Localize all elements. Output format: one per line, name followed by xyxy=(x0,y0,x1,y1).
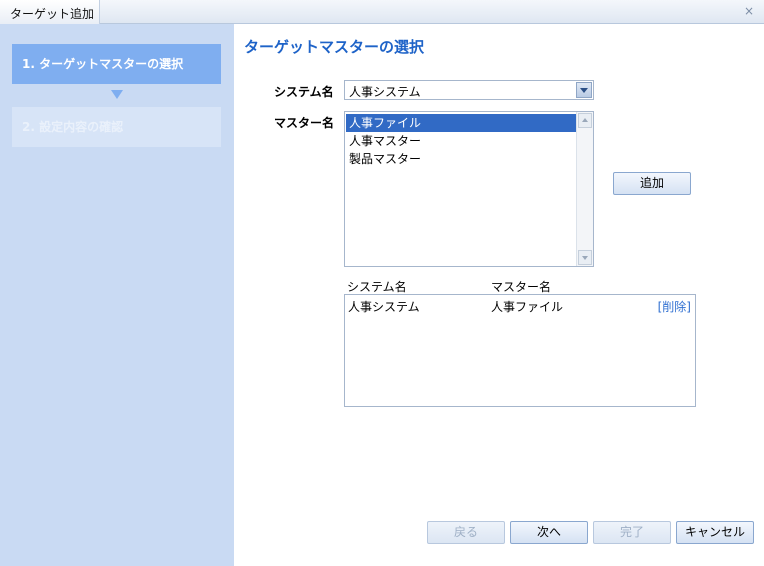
back-button[interactable]: 戻る xyxy=(427,521,505,544)
wizard-sidebar: 1. ターゲットマスターの選択 2. 設定内容の確認 xyxy=(0,24,234,566)
master-option[interactable]: 製品マスター xyxy=(346,150,576,168)
grid-cell-master: 人事ファイル xyxy=(491,300,564,314)
master-option[interactable]: 人事マスター xyxy=(346,132,576,150)
scroll-up-icon[interactable] xyxy=(578,113,592,128)
system-select[interactable]: 人事システム xyxy=(344,80,594,100)
cancel-button[interactable]: キャンセル xyxy=(676,521,754,544)
wizard-step-2: 2. 設定内容の確認 xyxy=(12,107,221,147)
chevron-down-icon[interactable] xyxy=(576,82,592,98)
target-grid: 人事システム 人事ファイル [削除] xyxy=(344,294,696,407)
listbox-scrollbar[interactable] xyxy=(576,112,593,266)
master-listbox[interactable]: 人事ファイル 人事マスター 製品マスター xyxy=(344,111,594,267)
finish-button[interactable]: 完了 xyxy=(593,521,671,544)
page-title: ターゲットマスターの選択 xyxy=(244,38,425,56)
close-icon[interactable]: × xyxy=(742,4,756,18)
grid-header-master: マスター名 xyxy=(491,280,552,294)
next-button[interactable]: 次へ xyxy=(510,521,588,544)
step-arrow-icon xyxy=(111,90,123,99)
master-label: マスター名 xyxy=(274,116,335,130)
scroll-down-icon[interactable] xyxy=(578,250,592,265)
wizard-step-1: 1. ターゲットマスターの選択 xyxy=(12,44,221,84)
window-title-tab: ターゲット追加 xyxy=(0,0,100,24)
window-titlebar: ターゲット追加 × xyxy=(0,0,764,24)
master-option[interactable]: 人事ファイル xyxy=(346,114,576,132)
system-label: システム名 xyxy=(274,85,334,99)
grid-header-system: システム名 xyxy=(347,280,407,294)
window-title: ターゲット追加 xyxy=(10,7,95,21)
grid-cell-system: 人事システム xyxy=(348,300,420,314)
system-select-value: 人事システム xyxy=(349,85,421,99)
delete-link[interactable]: [削除] xyxy=(658,298,691,315)
add-button[interactable]: 追加 xyxy=(613,172,691,195)
